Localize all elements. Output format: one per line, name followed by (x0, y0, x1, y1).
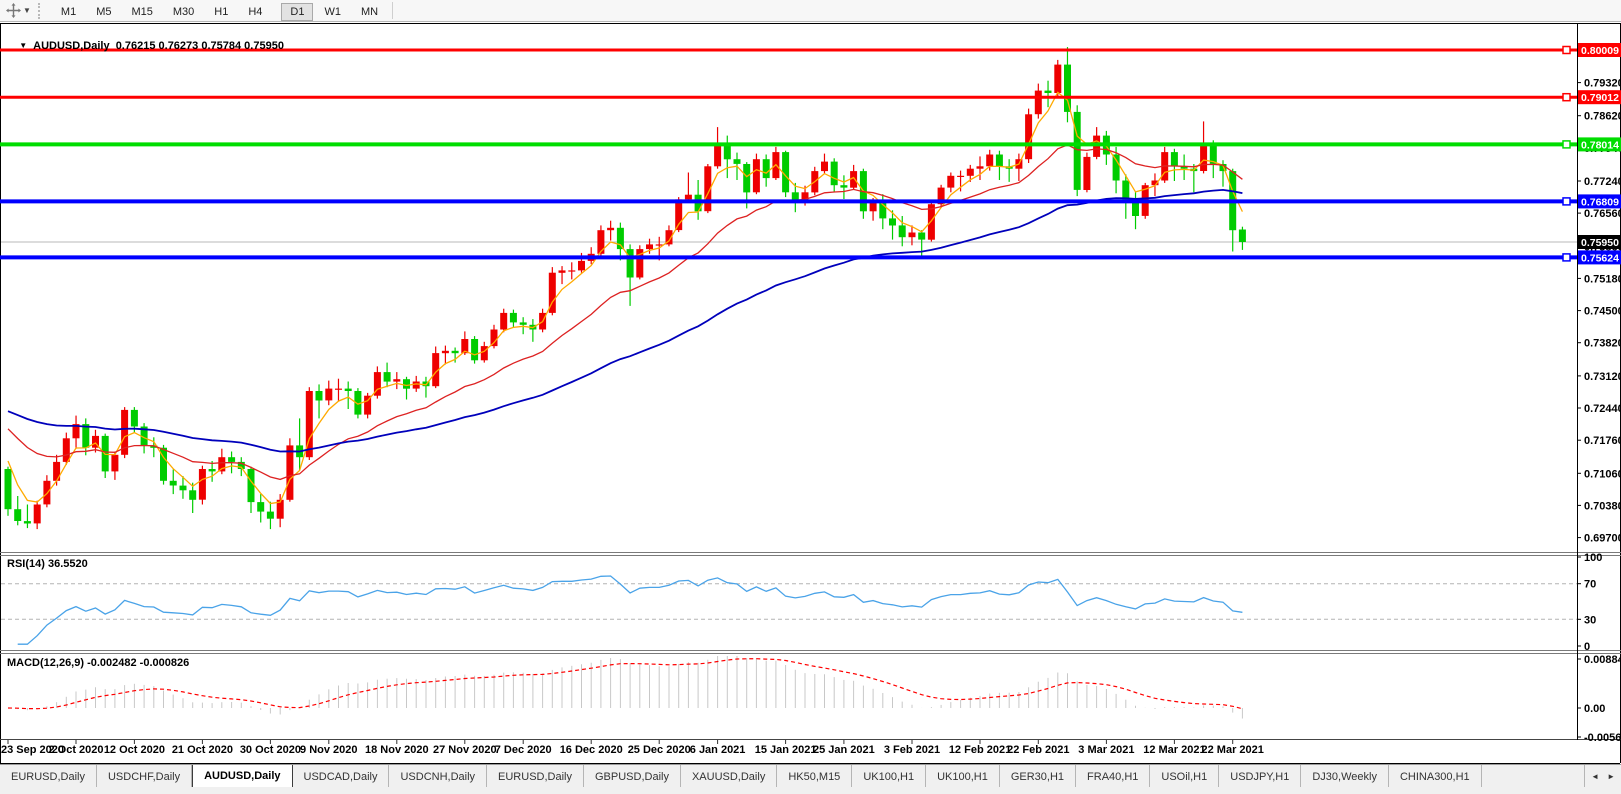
rsi-label: RSI(14) 36.5520 (7, 558, 88, 570)
svg-text:22 Feb 2021: 22 Feb 2021 (1007, 744, 1069, 756)
svg-text:21 Oct 2020: 21 Oct 2020 (172, 744, 233, 756)
svg-text:0.75180: 0.75180 (1584, 273, 1621, 285)
svg-text:0.69700: 0.69700 (1584, 533, 1621, 545)
svg-text:0.76560: 0.76560 (1584, 208, 1621, 220)
tab-fra40-h1[interactable]: FRA40,H1 (1076, 765, 1151, 788)
svg-text:2 Oct 2020: 2 Oct 2020 (48, 744, 103, 756)
svg-text:0.78620: 0.78620 (1584, 111, 1621, 123)
chart-title: ▼ AUDUSD,Daily 0.76215 0.76273 0.75784 0.… (7, 28, 284, 64)
svg-text:0.71760: 0.71760 (1584, 435, 1621, 447)
window-bottom-strip (0, 787, 1621, 794)
tab-eurusd-daily[interactable]: EURUSD,Daily (487, 765, 584, 788)
svg-text:25 Jan 2021: 25 Jan 2021 (813, 744, 875, 756)
svg-text:9 Nov 2020: 9 Nov 2020 (300, 744, 357, 756)
macd-label: MACD(12,26,9) -0.002482 -0.000826 (7, 657, 190, 669)
svg-text:15 Jan 2021: 15 Jan 2021 (755, 744, 817, 756)
svg-text:12 Oct 2020: 12 Oct 2020 (104, 744, 165, 756)
svg-text:-0.005651: -0.005651 (1584, 732, 1621, 744)
tab-scroll-buttons: ◄ ► (1584, 765, 1621, 788)
svg-text:0: 0 (1584, 641, 1590, 653)
svg-text:25 Dec 2020: 25 Dec 2020 (628, 744, 691, 756)
tab-ger30-h1[interactable]: GER30,H1 (1000, 765, 1077, 788)
tab-usdcad-daily[interactable]: USDCAD,Daily (293, 765, 390, 788)
tab-hk50-m15[interactable]: HK50,M15 (777, 765, 853, 788)
collapse-chart-icon[interactable]: ▼ (19, 41, 27, 50)
svg-text:12 Mar 2021: 12 Mar 2021 (1143, 744, 1205, 756)
svg-text:0.00884: 0.00884 (1584, 654, 1621, 666)
svg-text:18 Nov 2020: 18 Nov 2020 (365, 744, 429, 756)
tab-dj30-weekly[interactable]: DJ30,Weekly (1301, 765, 1389, 788)
ohlc-close: 0.75950 (244, 40, 284, 52)
tab-usoil-h1[interactable]: USOil,H1 (1150, 765, 1220, 788)
tab-usdchf-daily[interactable]: USDCHF,Daily (97, 765, 193, 788)
svg-text:0.74500: 0.74500 (1584, 306, 1621, 318)
svg-text:22 Mar 2021: 22 Mar 2021 (1202, 744, 1264, 756)
tab-scroll-left-icon[interactable]: ◄ (1591, 772, 1599, 781)
tab-eurusd-daily[interactable]: EURUSD,Daily (0, 765, 97, 788)
svg-text:7 Dec 2020: 7 Dec 2020 (495, 744, 552, 756)
svg-text:0.73820: 0.73820 (1584, 338, 1621, 350)
svg-text:0.73120: 0.73120 (1584, 371, 1621, 383)
svg-text:0.79320: 0.79320 (1584, 78, 1621, 90)
svg-text:0.80009: 0.80009 (1581, 45, 1619, 57)
symbol-tab-bar: EURUSD,Daily USDCHF,Daily AUDUSD,Daily USDC… (0, 764, 1621, 788)
svg-text:0.00: 0.00 (1584, 703, 1605, 715)
svg-text:0.75950: 0.75950 (1581, 237, 1619, 249)
svg-text:12 Feb 2021: 12 Feb 2021 (949, 744, 1011, 756)
svg-text:16 Dec 2020: 16 Dec 2020 (560, 744, 623, 756)
svg-text:27 Nov 2020: 27 Nov 2020 (433, 744, 497, 756)
svg-text:0.75624: 0.75624 (1581, 252, 1619, 264)
tab-uk100-h1[interactable]: UK100,H1 (926, 765, 1000, 788)
tab-uk100-h1[interactable]: UK100,H1 (852, 765, 927, 788)
svg-text:100: 100 (1584, 552, 1602, 564)
svg-text:30: 30 (1584, 614, 1596, 626)
svg-text:70: 70 (1584, 579, 1596, 591)
svg-text:3 Mar 2021: 3 Mar 2021 (1078, 744, 1134, 756)
svg-text:30 Oct 2020: 30 Oct 2020 (240, 744, 301, 756)
svg-text:0.77240: 0.77240 (1584, 176, 1621, 188)
ohlc-open: 0.76215 (115, 40, 156, 52)
symbol-label: AUDUSD,Daily (33, 40, 110, 52)
svg-text:0.79012: 0.79012 (1581, 92, 1619, 104)
svg-text:0.72440: 0.72440 (1584, 403, 1621, 415)
ohlc-high: 0.76273 (158, 40, 199, 52)
svg-text:0.76809: 0.76809 (1581, 196, 1619, 208)
svg-text:6 Jan 2021: 6 Jan 2021 (690, 744, 746, 756)
svg-text:3 Feb 2021: 3 Feb 2021 (884, 744, 940, 756)
svg-text:0.71060: 0.71060 (1584, 468, 1621, 480)
ohlc-low: 0.75784 (201, 40, 242, 52)
svg-text:0.70380: 0.70380 (1584, 500, 1621, 512)
tab-usdcnh-daily[interactable]: USDCNH,Daily (389, 765, 488, 788)
tab-gbpusd-daily[interactable]: GBPUSD,Daily (584, 765, 681, 788)
chart-canvas[interactable]: 0.793200.786200.779400.772400.765600.758… (0, 0, 1621, 794)
tab-usdjpy-h1[interactable]: USDJPY,H1 (1219, 765, 1302, 788)
tab-china300-h1[interactable]: CHINA300,H1 (1389, 765, 1482, 788)
tab-audusd-daily[interactable]: AUDUSD,Daily (192, 765, 293, 788)
chart-frame (0, 23, 1621, 764)
tab-xauusd-daily[interactable]: XAUUSD,Daily (681, 765, 778, 788)
svg-text:0.78014: 0.78014 (1581, 139, 1619, 151)
mt4-chart-window: ▼ M1 M5 M15 M30 H1 H4 D1 W1 MN ▼ AUDUSD,Daily 0.7… (0, 0, 1621, 794)
tab-scroll-right-icon[interactable]: ► (1607, 772, 1615, 781)
